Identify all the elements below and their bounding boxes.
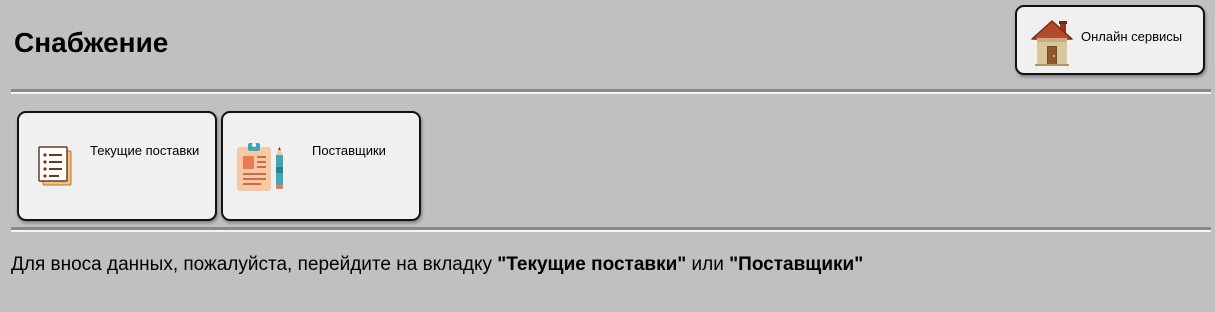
tab-suppliers[interactable]: Поставщики xyxy=(221,111,421,221)
info-link-current-deliveries: "Текущие поставки" xyxy=(497,254,687,275)
house-icon xyxy=(1030,17,1074,72)
info-message: Для вноса данных, пожалуйста, перейдите … xyxy=(11,254,863,276)
online-services-label: Онлайн сервисы xyxy=(1081,29,1183,44)
tab-current-deliveries[interactable]: Текущие поставки xyxy=(17,111,217,221)
header-divider xyxy=(11,89,1211,94)
tab-current-deliveries-label: Текущие поставки xyxy=(90,143,200,158)
content-divider xyxy=(11,227,1211,232)
info-link-suppliers: "Поставщики" xyxy=(729,254,864,275)
document-list-icon xyxy=(37,145,73,192)
clipboard-pencil-icon xyxy=(234,141,288,198)
info-text-middle: или xyxy=(686,254,730,275)
page-title: Снабжение xyxy=(14,27,169,58)
online-services-button[interactable]: Онлайн сервисы xyxy=(1015,5,1205,75)
info-text-prefix: Для вноса данных, пожалуйста, перейдите … xyxy=(11,254,498,275)
tab-suppliers-label: Поставщики xyxy=(312,143,386,158)
